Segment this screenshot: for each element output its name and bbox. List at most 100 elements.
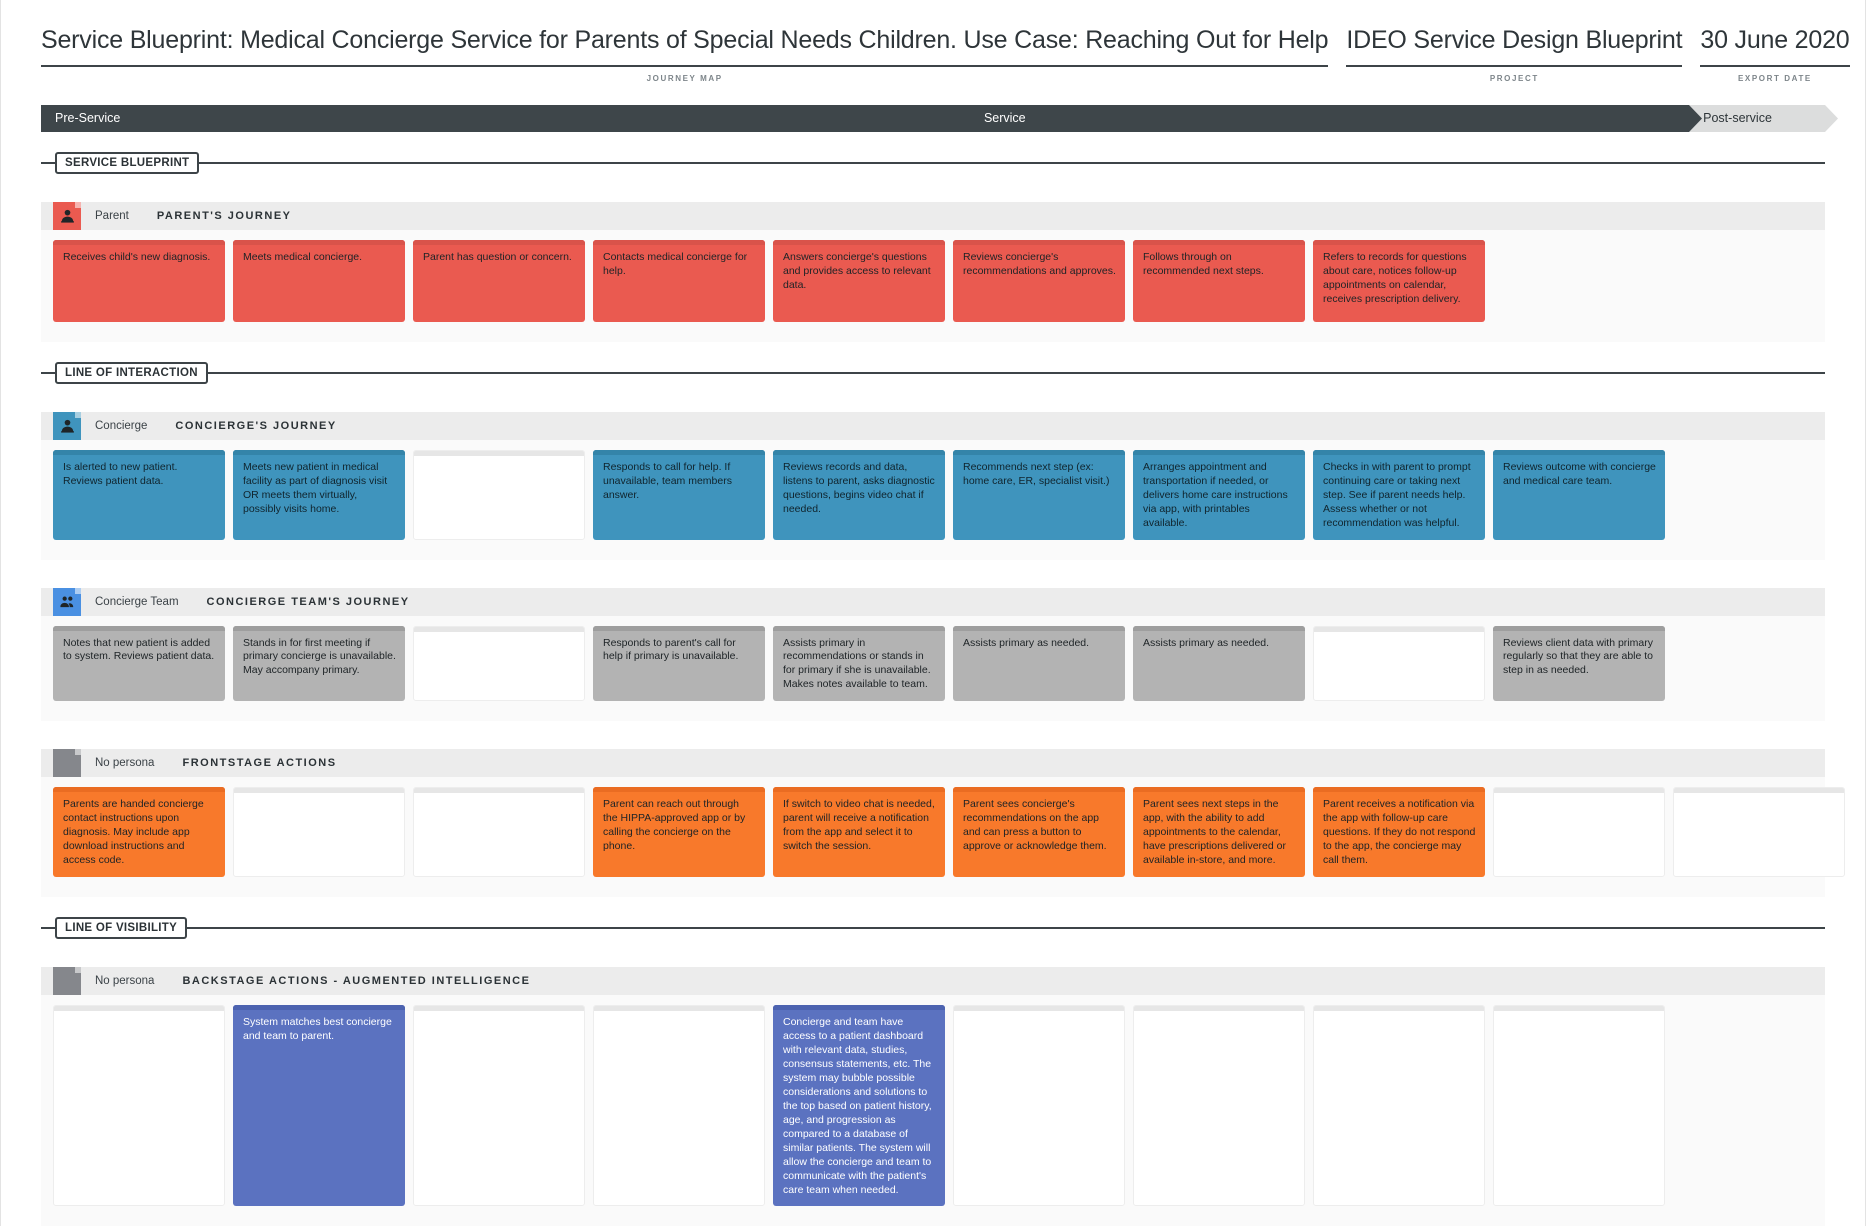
lane-card-row: Receives child's new diagnosis. Meets med… [41, 229, 1825, 336]
phase-service[interactable]: Service [969, 104, 1703, 132]
card-text: Reviews concierge's recommendations and … [963, 250, 1116, 277]
blueprint-card-empty[interactable] [1493, 1005, 1665, 1207]
card-text: Arranges appointment and transportation … [1143, 460, 1288, 529]
blueprint-card[interactable]: Reviews client data with primary regular… [1493, 625, 1665, 702]
persona-avatar[interactable] [53, 749, 81, 778]
blueprint-card[interactable]: Parent receives a notification via the a… [1313, 787, 1485, 878]
card-top-bar [1134, 1006, 1304, 1012]
blueprint-card[interactable]: Parent sees next steps in the app, with … [1133, 787, 1305, 878]
persona-avatar[interactable] [53, 587, 81, 616]
blueprint-card[interactable]: Reviews concierge's recommendations and … [953, 239, 1125, 322]
blueprint-card-empty[interactable] [413, 787, 585, 878]
card-top-bar [233, 625, 405, 631]
lane-spacer [41, 174, 1825, 202]
card-text [1324, 636, 1475, 638]
blueprint-card[interactable]: Parent sees concierge's recommendations … [953, 787, 1125, 878]
card-top-bar [1493, 625, 1665, 631]
blueprint-card[interactable]: Responds to call for help. If unavailabl… [593, 449, 765, 540]
divider-stub [41, 161, 55, 164]
blueprint-card[interactable]: Parents are handed concierge contact ins… [53, 787, 225, 878]
blueprint-card[interactable]: Meets medical concierge. [233, 239, 405, 322]
card-text [424, 636, 575, 638]
blueprint-card-empty[interactable] [53, 1005, 225, 1207]
lane-card-row: System matches best concierge and team t… [41, 995, 1825, 1221]
card-top-bar [593, 239, 765, 245]
blueprint-card[interactable]: Refers to records for questions about ca… [1313, 239, 1485, 322]
card-text: Concierge and team have access to a pati… [783, 1016, 932, 1196]
card-top-bar [233, 239, 405, 245]
blueprint-card[interactable]: Reviews outcome with concierge and medic… [1493, 449, 1665, 540]
blueprint-card[interactable]: Assists primary as needed. [1133, 625, 1305, 702]
card-text: Recommends next step (ex: home care, ER,… [963, 460, 1110, 487]
blueprint-card[interactable]: System matches best concierge and team t… [233, 1005, 405, 1207]
card-top-bar [53, 449, 225, 455]
blueprint-card[interactable]: Recommends next step (ex: home care, ER,… [953, 449, 1125, 540]
phase-pre-service[interactable]: Pre-Service [41, 104, 983, 132]
blueprint-card-empty[interactable] [413, 449, 585, 540]
blueprint-card[interactable]: Concierge and team have access to a pati… [773, 1005, 945, 1207]
persona-avatar[interactable] [53, 967, 81, 996]
blueprint-card[interactable]: Arranges appointment and transportation … [1133, 449, 1305, 540]
card-text: Follows through on recommended next step… [1143, 250, 1264, 277]
blueprint-card[interactable]: Meets new patient in medical facility as… [233, 449, 405, 540]
blueprint-card[interactable]: If switch to video chat is needed, paren… [773, 787, 945, 878]
card-top-bar [1133, 239, 1305, 245]
blueprint-card-empty[interactable] [1673, 787, 1845, 878]
lane-header: No persona BACKSTAGE ACTIONS - AUGMENTED … [41, 967, 1825, 996]
lane-title: CONCIERGE TEAM'S JOURNEY [206, 595, 410, 608]
lane-header: No persona FRONTSTAGE ACTIONS [41, 749, 1825, 778]
card-text: If switch to video chat is needed, paren… [783, 798, 935, 853]
persona-avatar[interactable] [53, 201, 81, 230]
blueprint-card-empty[interactable] [1133, 1005, 1305, 1207]
lane-card-row: Is alerted to new patient. Reviews patie… [41, 439, 1825, 554]
persona-avatar[interactable] [53, 411, 81, 440]
card-text [1504, 1015, 1655, 1017]
blueprint-card[interactable]: Assists primary in recommendations or st… [773, 625, 945, 702]
blueprint-card-empty[interactable] [1313, 1005, 1485, 1207]
card-top-bar [1133, 787, 1305, 793]
blueprint-card[interactable]: Checks in with parent to prompt continui… [1313, 449, 1485, 540]
card-top-bar [773, 239, 945, 245]
blueprint-card-empty[interactable] [593, 1005, 765, 1207]
card-text: Receives child's new diagnosis. [63, 250, 211, 263]
card-top-bar [773, 787, 945, 793]
journey-map-title-block: Service Blueprint: Medical Concierge Ser… [41, 26, 1329, 83]
blueprint-card[interactable]: Notes that new patient is added to syste… [53, 625, 225, 702]
blueprint-card-empty[interactable] [1313, 625, 1485, 702]
lane-card-row: Notes that new patient is added to syste… [41, 615, 1825, 716]
lane-header: Parent PARENT'S JOURNEY [41, 201, 1825, 230]
blueprint-card[interactable]: Receives child's new diagnosis. [53, 239, 225, 322]
blueprint-card[interactable]: Stands in for first meeting if primary c… [233, 625, 405, 702]
card-text: Parent can reach out through the HIPPA-a… [603, 798, 746, 853]
card-text [424, 1015, 575, 1017]
blueprint-card[interactable]: Assists primary as needed. [953, 625, 1125, 702]
blueprint-card-empty[interactable] [413, 625, 585, 702]
card-top-bar [1674, 788, 1844, 794]
card-text [64, 1015, 215, 1017]
lane-title: FRONTSTAGE ACTIONS [182, 757, 337, 770]
blueprint-card-empty[interactable] [953, 1005, 1125, 1207]
person-icon [60, 210, 74, 223]
blueprint-card-empty[interactable] [413, 1005, 585, 1207]
divider-label-line-of-interaction: LINE OF INTERACTION [55, 361, 208, 384]
blueprint-card[interactable]: Is alerted to new patient. Reviews patie… [53, 449, 225, 540]
blueprint-card-empty[interactable] [233, 787, 405, 878]
blueprint-card[interactable]: Parent has question or concern. [413, 239, 585, 322]
blueprint-card[interactable]: Responds to parent's call for help if pr… [593, 625, 765, 702]
blueprint-card[interactable]: Reviews records and data, listens to par… [773, 449, 945, 540]
lane-title: CONCIERGE'S JOURNEY [175, 419, 337, 432]
blueprint-card[interactable]: Parent can reach out through the HIPPA-a… [593, 787, 765, 878]
lane-bottom-pad [41, 1220, 1825, 1226]
lane-bottom-pad [41, 891, 1825, 898]
blueprint-card[interactable]: Contacts medical concierge for help. [593, 239, 765, 322]
phase-label: Service [983, 111, 1026, 126]
card-text [1324, 1015, 1475, 1017]
blueprint-card-empty[interactable] [1493, 787, 1665, 878]
phase-post-service[interactable]: Post-service [1689, 104, 1838, 132]
lane-frontstage-actions: No persona FRONTSTAGE ACTIONS Parents are … [41, 721, 1845, 898]
blueprint-card[interactable]: Answers concierge's questions and provid… [773, 239, 945, 322]
blueprint-card[interactable]: Follows through on recommended next step… [1133, 239, 1305, 322]
project-caption: PROJECT [1489, 73, 1539, 83]
card-top-bar [1313, 239, 1485, 245]
persona-name: No persona [95, 975, 155, 988]
